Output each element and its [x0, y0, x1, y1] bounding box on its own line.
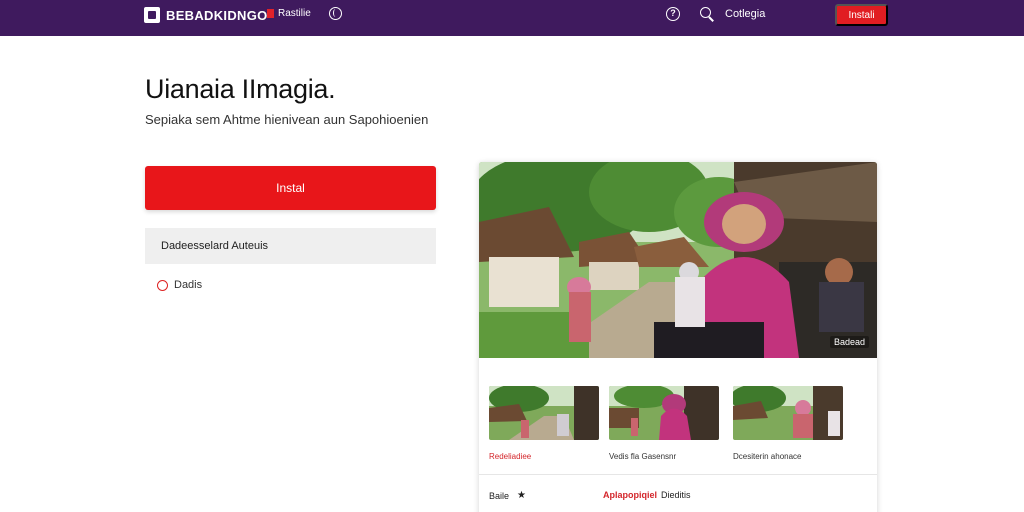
- rating: Baile ★: [489, 490, 526, 501]
- install-button[interactable]: Instal: [145, 166, 436, 210]
- card-divider: [479, 474, 877, 475]
- header-link[interactable]: Cotlegia: [725, 8, 765, 20]
- page-title: Uianaia IImagia.: [145, 74, 336, 104]
- thumbnail-caption-3: Dcesiterin ahonace: [733, 452, 802, 461]
- app-preview-card: Badead Redeliadiee Vedis fla Gasensnr Dc…: [479, 162, 877, 512]
- flag-icon: [267, 9, 274, 18]
- top-navigation-bar: BEBADKIDNGO Rastilie ? Cotlegia Instali: [0, 0, 1024, 36]
- thumbnail-2[interactable]: [609, 386, 719, 440]
- radio-icon[interactable]: [157, 279, 168, 291]
- village-scene-image: [479, 162, 877, 358]
- brand-logo[interactable]: BEBADKIDNGO: [144, 6, 268, 24]
- image-badge: Badead: [829, 336, 869, 348]
- app-label-extra[interactable]: Dieditis: [661, 490, 691, 500]
- star-icon: ★: [517, 490, 526, 501]
- radio-label: Dadis: [174, 279, 203, 291]
- help-icon[interactable]: ?: [666, 7, 680, 21]
- logo-icon: [144, 7, 160, 23]
- header-install-button[interactable]: Instali: [835, 4, 888, 26]
- nav-item-rastilie[interactable]: Rastilie: [267, 8, 311, 19]
- thumbnail-caption-1: Redeliadiee: [489, 452, 532, 461]
- app-label[interactable]: Aplapopiqiel: [603, 490, 657, 500]
- rating-label: Baile: [489, 490, 510, 501]
- thumbnail-3[interactable]: [733, 386, 843, 440]
- search-icon[interactable]: [700, 7, 711, 18]
- page-subtitle: Sepiaka sem Ahtme hienivean aun Sapohioe…: [145, 112, 429, 127]
- logo-text: BEBADKIDNGO: [166, 7, 268, 23]
- nav-item-label: Rastilie: [278, 8, 311, 19]
- info-row[interactable]: Dadeesselard Auteuis: [145, 228, 436, 264]
- thumbnail-caption-2: Vedis fla Gasensnr: [609, 452, 677, 461]
- thumbnail-1[interactable]: [489, 386, 599, 440]
- radio-option[interactable]: Dadis: [157, 279, 202, 291]
- globe-icon[interactable]: [329, 7, 342, 20]
